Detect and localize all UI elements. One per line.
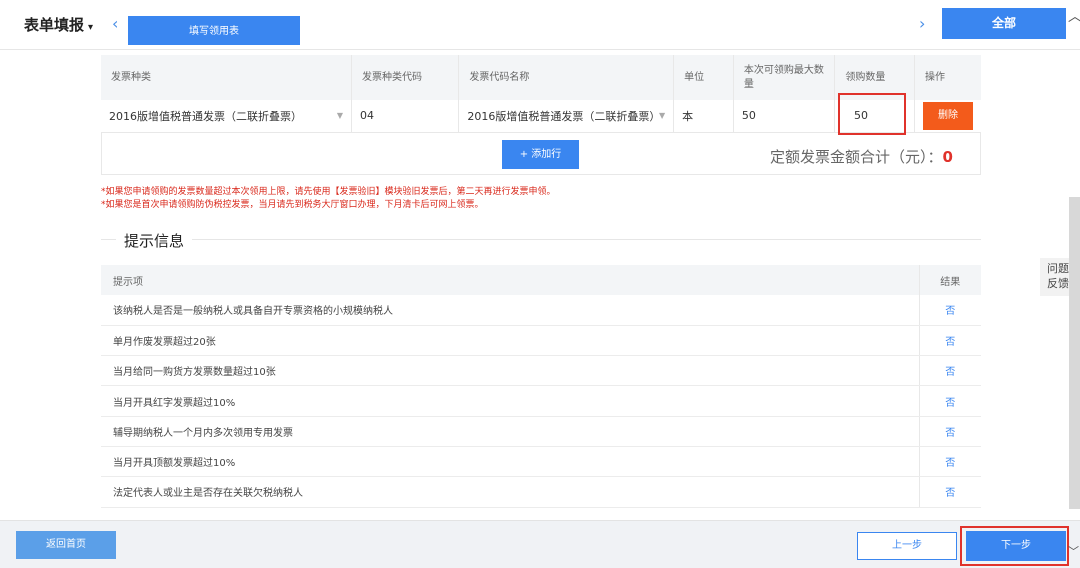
tip-item: 当月开具顶额发票超过10%: [101, 446, 919, 478]
dropdown-arrow-icon: ▼: [336, 111, 343, 121]
tips-header-item: 提示项: [101, 265, 919, 295]
form-title-dropdown[interactable]: 表单填报 ▾: [24, 14, 93, 35]
all-button[interactable]: 全部: [942, 8, 1066, 39]
form-title-label: 表单填报: [24, 16, 85, 34]
scrollbar-thumb[interactable]: [1069, 197, 1080, 509]
table-row: 辅导期纳税人一个月内多次领用专用发票否: [101, 416, 981, 447]
max-qty-cell: 50: [733, 100, 836, 133]
tip-item: 法定代表人或业主是否存在关联欠税纳税人: [101, 476, 919, 508]
note-line: *如果您申请领购的发票数量超过本次领用上限，请先使用【发票验旧】模块验旧发票后，…: [101, 187, 556, 197]
tip-result: 否: [918, 295, 981, 326]
add-row-button[interactable]: + 添加行: [502, 140, 579, 169]
section-divider: [101, 239, 981, 240]
section-title: 提示信息: [116, 230, 193, 251]
code-name-select[interactable]: 2016版增值税普通发票（二联折叠票） ▼: [458, 100, 675, 133]
tip-result: 否: [918, 476, 981, 508]
top-bar: 表单填报▾ ‹ 填写领用表 › 全部 ︿: [0, 0, 1080, 50]
prev-button[interactable]: 上一步: [857, 532, 957, 560]
tip-item: 当月给同一购货方发票数量超过10张: [101, 355, 919, 387]
tips-header-result: 结果: [918, 265, 981, 295]
chevron-right-icon[interactable]: ›: [919, 14, 925, 33]
total-value: 0: [942, 148, 953, 166]
type-code-cell: 04: [351, 100, 460, 133]
col-header: 单位: [673, 55, 734, 100]
action-cell: 删除: [914, 100, 981, 133]
qty-highlight-box: [838, 93, 906, 135]
tab-fill-form[interactable]: 填写领用表: [128, 16, 300, 45]
total-label: 定额发票金额合计（元）：: [770, 148, 943, 166]
qty-input[interactable]: 50: [854, 109, 868, 122]
table-row: 该纳税人是否是一般纳税人或具备自开专票资格的小规模纳税人否: [101, 295, 981, 326]
scroll-up-icon[interactable]: ︿: [1068, 6, 1080, 26]
tip-item: 单月作废发票超过20张: [101, 325, 919, 357]
col-header: 发票种类代码: [351, 55, 460, 100]
tip-item: 该纳税人是否是一般纳税人或具备自开专票资格的小规模纳税人: [101, 295, 919, 326]
delete-button[interactable]: 删除: [922, 101, 973, 130]
tips-table: 提示项 结果 该纳税人是否是一般纳税人或具备自开专票资格的小规模纳税人否 单月作…: [101, 265, 981, 508]
table-row: 当月给同一购货方发票数量超过10张否: [101, 355, 981, 387]
tip-item: 当月开具红字发票超过10%: [101, 385, 919, 417]
tip-result: 否: [918, 446, 981, 478]
tip-result: 否: [918, 416, 981, 447]
col-header: 发票代码名称: [458, 55, 675, 100]
invoice-type-value: 2016版增值税普通发票（二联折叠票）: [109, 109, 302, 123]
bottom-bar: 返回首页 上一步 下一步 ﹀: [0, 520, 1080, 568]
next-button[interactable]: 下一步: [966, 531, 1066, 561]
col-header: 本次可领购最大数量: [733, 55, 836, 100]
note-line: *如果您是首次申请领购防伪税控发票，当月请先到税务大厅窗口办理，下月清卡后可网上…: [101, 200, 484, 210]
table-row: 单月作废发票超过20张否: [101, 325, 981, 357]
home-button[interactable]: 返回首页: [16, 531, 116, 559]
unit-cell: 本: [673, 100, 734, 133]
tip-result: 否: [918, 325, 981, 357]
table-row: 当月开具红字发票超过10% 否: [101, 385, 981, 417]
table-row: 当月开具顶额发票超过10% 否: [101, 446, 981, 478]
notes: *如果您申请领购的发票数量超过本次领用上限，请先使用【发票验旧】模块验旧发票后，…: [101, 186, 556, 212]
dropdown-arrow-icon: ▼: [658, 111, 666, 121]
tip-result: 否: [918, 355, 981, 387]
col-header: 发票种类: [101, 55, 352, 100]
tip-item: 辅导期纳税人一个月内多次领用专用发票: [101, 416, 919, 447]
tip-result: 否: [918, 385, 981, 417]
invoice-type-select[interactable]: 2016版增值税普通发票（二联折叠票） ▼: [101, 100, 352, 133]
total-amount: 定额发票金额合计（元）：0: [770, 146, 953, 167]
caret-down-icon: ▾: [88, 22, 94, 33]
code-name-value: 2016版增值税普通发票（二联折叠票）: [467, 109, 661, 123]
col-header: 操作: [914, 55, 981, 100]
chevron-left-icon[interactable]: ‹: [112, 14, 118, 33]
table-row: 法定代表人或业主是否存在关联欠税纳税人否: [101, 476, 981, 508]
scroll-down-icon[interactable]: ﹀: [1068, 543, 1079, 559]
